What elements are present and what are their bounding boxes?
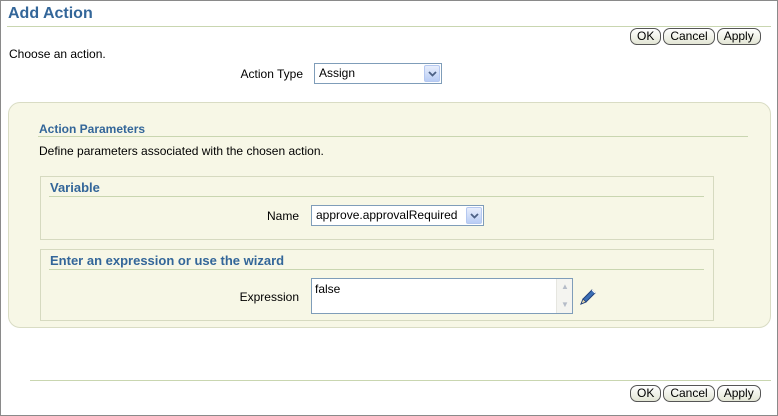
variable-name-select[interactable]: approve.approvalRequired — [311, 205, 484, 226]
intro-instruction: Choose an action. — [9, 47, 106, 61]
chevron-down-icon[interactable] — [424, 65, 440, 82]
action-type-select[interactable]: Assign — [314, 63, 442, 84]
title-divider — [7, 26, 771, 27]
top-button-bar: OK Cancel Apply — [630, 28, 761, 45]
apply-button[interactable]: Apply — [716, 385, 761, 402]
ok-button[interactable]: OK — [630, 28, 662, 45]
variable-section: Variable Name approve.approvalRequired — [40, 176, 714, 240]
expression-value: false — [315, 282, 341, 296]
expression-textarea[interactable]: false ▲ ▼ — [311, 278, 573, 314]
cancel-button[interactable]: Cancel — [663, 385, 715, 402]
action-parameters-instruction: Define parameters associated with the ch… — [39, 144, 324, 158]
footer-divider — [30, 380, 771, 381]
variable-divider — [49, 196, 704, 197]
bottom-button-bar: OK Cancel Apply — [630, 385, 761, 402]
apply-button[interactable]: Apply — [716, 28, 761, 45]
pencil-icon[interactable] — [577, 286, 599, 311]
cancel-button[interactable]: Cancel — [663, 28, 715, 45]
expression-title: Enter an expression or use the wizard — [50, 253, 285, 268]
variable-name-value: approve.approvalRequired — [316, 208, 458, 222]
chevron-down-icon[interactable] — [466, 207, 482, 224]
action-parameters-title: Action Parameters — [39, 122, 146, 136]
expression-divider — [49, 269, 704, 270]
expression-section: Enter an expression or use the wizard Ex… — [40, 249, 714, 321]
expression-label: Expression — [239, 290, 299, 304]
action-parameters-panel: Action Parameters Define parameters asso… — [8, 102, 771, 328]
add-action-dialog: Add Action OK Cancel Apply Choose an act… — [0, 0, 778, 416]
variable-name-label: Name — [266, 209, 299, 223]
ok-button[interactable]: OK — [630, 385, 662, 402]
scroll-down-icon[interactable]: ▼ — [558, 298, 572, 312]
action-type-value: Assign — [319, 66, 356, 80]
expression-scrollbar[interactable]: ▲ ▼ — [556, 279, 572, 313]
action-parameters-divider — [38, 136, 748, 137]
action-type-label: Action Type — [240, 67, 303, 81]
page-title: Add Action — [8, 5, 93, 22]
variable-title: Variable — [50, 180, 100, 195]
scroll-up-icon[interactable]: ▲ — [558, 280, 572, 294]
